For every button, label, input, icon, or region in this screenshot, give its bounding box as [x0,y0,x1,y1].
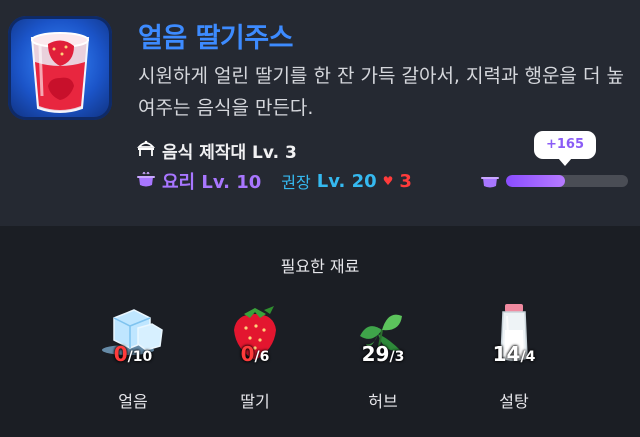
pot-icon [480,171,500,193]
item-description: 시원하게 얼린 딸기를 한 잔 가득 갈아서, 지력과 행운을 더 높여주는 음… [138,65,624,119]
recommend-level: Lv. 20 [316,170,377,192]
pot-icon [136,170,156,193]
recommend-label: 권장 [281,173,311,192]
material-name: 허브 [368,392,398,411]
material-need: /10 [127,349,153,365]
material-have: 0 [240,342,255,366]
material-name: 얼음 [118,392,148,411]
crafting-station: 음식 제작대 Lv. 3 [136,138,297,163]
cooking-level: 요리 Lv. 10 [162,172,262,193]
requirements-title: 필요한 재료 [280,257,360,276]
material-have: 0 [113,342,128,366]
cooking-station-icon [136,139,156,162]
strawberry-juice-icon [8,16,112,120]
material-name: 딸기 [240,392,270,411]
material-sugar[interactable]: 14/4 설탕 [459,300,569,420]
material-have: 14 [492,342,521,366]
material-herb[interactable]: 29/3 허브 [328,300,438,420]
skill-requirement: 요리 Lv. 10 권장 Lv. 20 ♥ 3 [136,168,412,194]
level-gap: 3 [399,170,412,192]
material-strawberry[interactable]: 0/6 딸기 [200,300,310,420]
material-need: /6 [254,349,270,365]
material-need: /3 [389,349,405,365]
heart-icon: ♥ [382,174,394,188]
xp-gain-bubble: +165 [534,131,596,166]
material-name: 설탕 [499,392,529,411]
material-ice[interactable]: 0/10 얼음 [78,300,188,420]
xp-progress-bar [506,175,628,187]
xp-progress-fill [506,175,565,187]
station-label: 음식 제작대 Lv. 3 [162,143,297,163]
item-title: 얼음 딸기주스 [138,23,293,54]
material-have: 29 [361,342,390,366]
material-need: /4 [520,349,536,365]
